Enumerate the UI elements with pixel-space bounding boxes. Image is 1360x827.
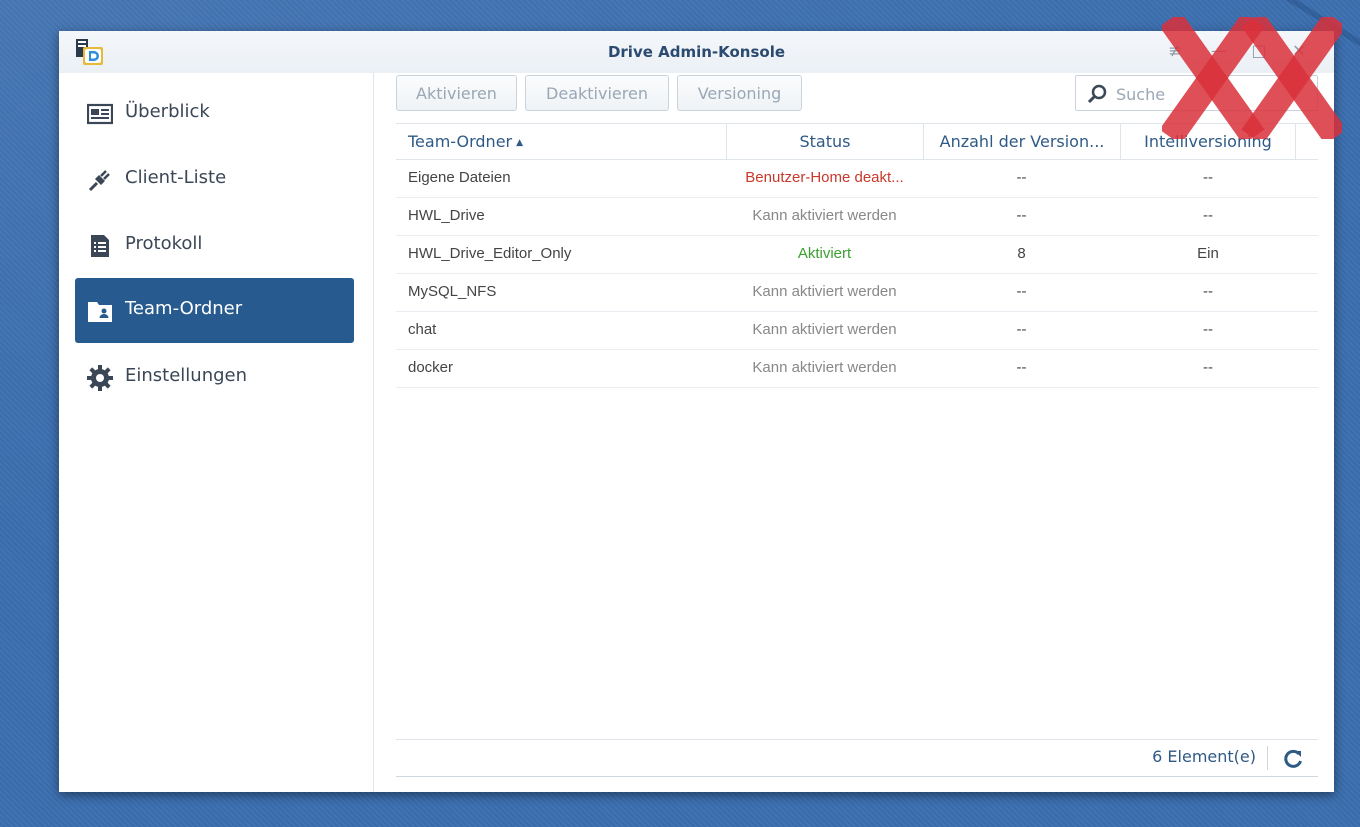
footer-divider xyxy=(1267,746,1268,770)
versioning-button[interactable]: Versioning xyxy=(677,75,802,111)
cell-intelliversioning: -- xyxy=(1203,283,1213,300)
cell-status: Kann aktiviert werden xyxy=(752,359,897,376)
cell-status: Aktiviert xyxy=(797,245,852,262)
close-icon[interactable]: ✕ xyxy=(1288,40,1310,62)
cell-intelliversioning: -- xyxy=(1203,207,1213,224)
table-row[interactable]: MySQL_NFS Kann aktiviert werden -- -- xyxy=(396,274,1318,312)
sidebar-item-label: Einstellungen xyxy=(125,365,248,386)
cell-versions: -- xyxy=(1016,359,1027,376)
sidebar-item-label: Team-Ordner xyxy=(125,298,243,319)
cell-versions: -- xyxy=(1016,207,1027,224)
column-header-versions[interactable]: Anzahl der Version... xyxy=(923,124,1120,159)
main-panel: Aktivieren Deaktivieren Versioning Suche… xyxy=(396,73,1318,792)
column-header-status[interactable]: Status xyxy=(726,124,923,159)
sidebar-item-label: Client-Liste xyxy=(125,167,227,188)
table-row[interactable]: docker Kann aktiviert werden -- -- xyxy=(396,350,1318,388)
table-header: Team-Ordner ▲ Status Anzahl der Version..… xyxy=(396,123,1318,160)
cell-name: HWL_Drive xyxy=(408,207,485,224)
id-card-icon xyxy=(87,103,113,125)
table-row[interactable]: HWL_Drive Kann aktiviert werden -- -- xyxy=(396,198,1318,236)
maximize-icon[interactable]: □ xyxy=(1248,40,1270,62)
cell-name: chat xyxy=(408,321,437,338)
cell-status: Kann aktiviert werden xyxy=(752,283,897,300)
search-placeholder: Suche xyxy=(1116,85,1166,104)
cell-versions: -- xyxy=(1016,283,1027,300)
cell-name: docker xyxy=(408,359,454,376)
plug-icon xyxy=(88,170,110,192)
table-footer: 6 Element(e) xyxy=(396,739,1318,777)
table-row[interactable]: chat Kann aktiviert werden -- -- xyxy=(396,312,1318,350)
team-folder-icon xyxy=(88,302,112,322)
pin-icon[interactable]: ≢ xyxy=(1164,40,1186,62)
deactivate-button[interactable]: Deaktivieren xyxy=(525,75,669,111)
search-icon xyxy=(1087,84,1107,104)
sidebar-item-overview[interactable]: Überblick xyxy=(75,81,354,145)
column-header-team-folder[interactable]: Team-Ordner ▲ xyxy=(396,124,726,159)
search-input[interactable]: Suche xyxy=(1075,75,1318,111)
cell-intelliversioning: -- xyxy=(1203,359,1213,376)
refresh-icon[interactable] xyxy=(1282,748,1304,770)
cell-intelliversioning: -- xyxy=(1203,321,1213,338)
sidebar-item-team-folder[interactable]: Team-Ordner xyxy=(75,278,354,343)
cell-versions: -- xyxy=(1016,169,1027,186)
table-row[interactable]: Eigene Dateien Benutzer-Home deakt... --… xyxy=(396,160,1318,198)
title-bar[interactable]: Drive Admin-Konsole ≢ — □ ✕ xyxy=(59,31,1334,73)
sidebar-item-label: Protokoll xyxy=(125,233,203,254)
cell-intelliversioning: Ein xyxy=(1197,245,1219,262)
sort-ascending-icon: ▲ xyxy=(516,138,524,148)
cell-status: Kann aktiviert werden xyxy=(752,207,897,224)
table-row[interactable]: HWL_Drive_Editor_Only Aktiviert 8 Ein xyxy=(396,236,1318,274)
team-folder-table: Team-Ordner ▲ Status Anzahl der Version..… xyxy=(396,123,1318,388)
item-count: 6 Element(e) xyxy=(1152,747,1256,766)
cell-status: Benutzer-Home deakt... xyxy=(745,169,904,186)
cell-name: HWL_Drive_Editor_Only xyxy=(408,245,572,262)
log-document-icon xyxy=(91,235,109,257)
cell-name: MySQL_NFS xyxy=(408,283,497,300)
cell-versions: 8 xyxy=(1017,245,1026,262)
activate-button[interactable]: Aktivieren xyxy=(396,75,517,111)
gear-icon xyxy=(87,365,113,391)
column-header-intelliversioning[interactable]: Intelliversioning xyxy=(1120,124,1296,159)
sidebar-item-label: Überblick xyxy=(125,101,210,122)
cell-versions: -- xyxy=(1016,321,1027,338)
sidebar-item-settings[interactable]: Einstellungen xyxy=(75,345,354,409)
drive-admin-window: Drive Admin-Konsole ≢ — □ ✕ Überblick Cl… xyxy=(59,31,1334,792)
window-title: Drive Admin-Konsole xyxy=(607,43,786,61)
cell-intelliversioning: -- xyxy=(1203,169,1213,186)
cell-status: Kann aktiviert werden xyxy=(752,321,897,338)
cell-name: Eigene Dateien xyxy=(408,169,511,186)
minimize-icon[interactable]: — xyxy=(1208,40,1230,62)
sidebar-item-client-list[interactable]: Client-Liste xyxy=(75,147,354,211)
sidebar: Überblick Client-Liste Protokoll Team-Or… xyxy=(59,73,374,792)
sidebar-item-log[interactable]: Protokoll xyxy=(75,213,354,277)
